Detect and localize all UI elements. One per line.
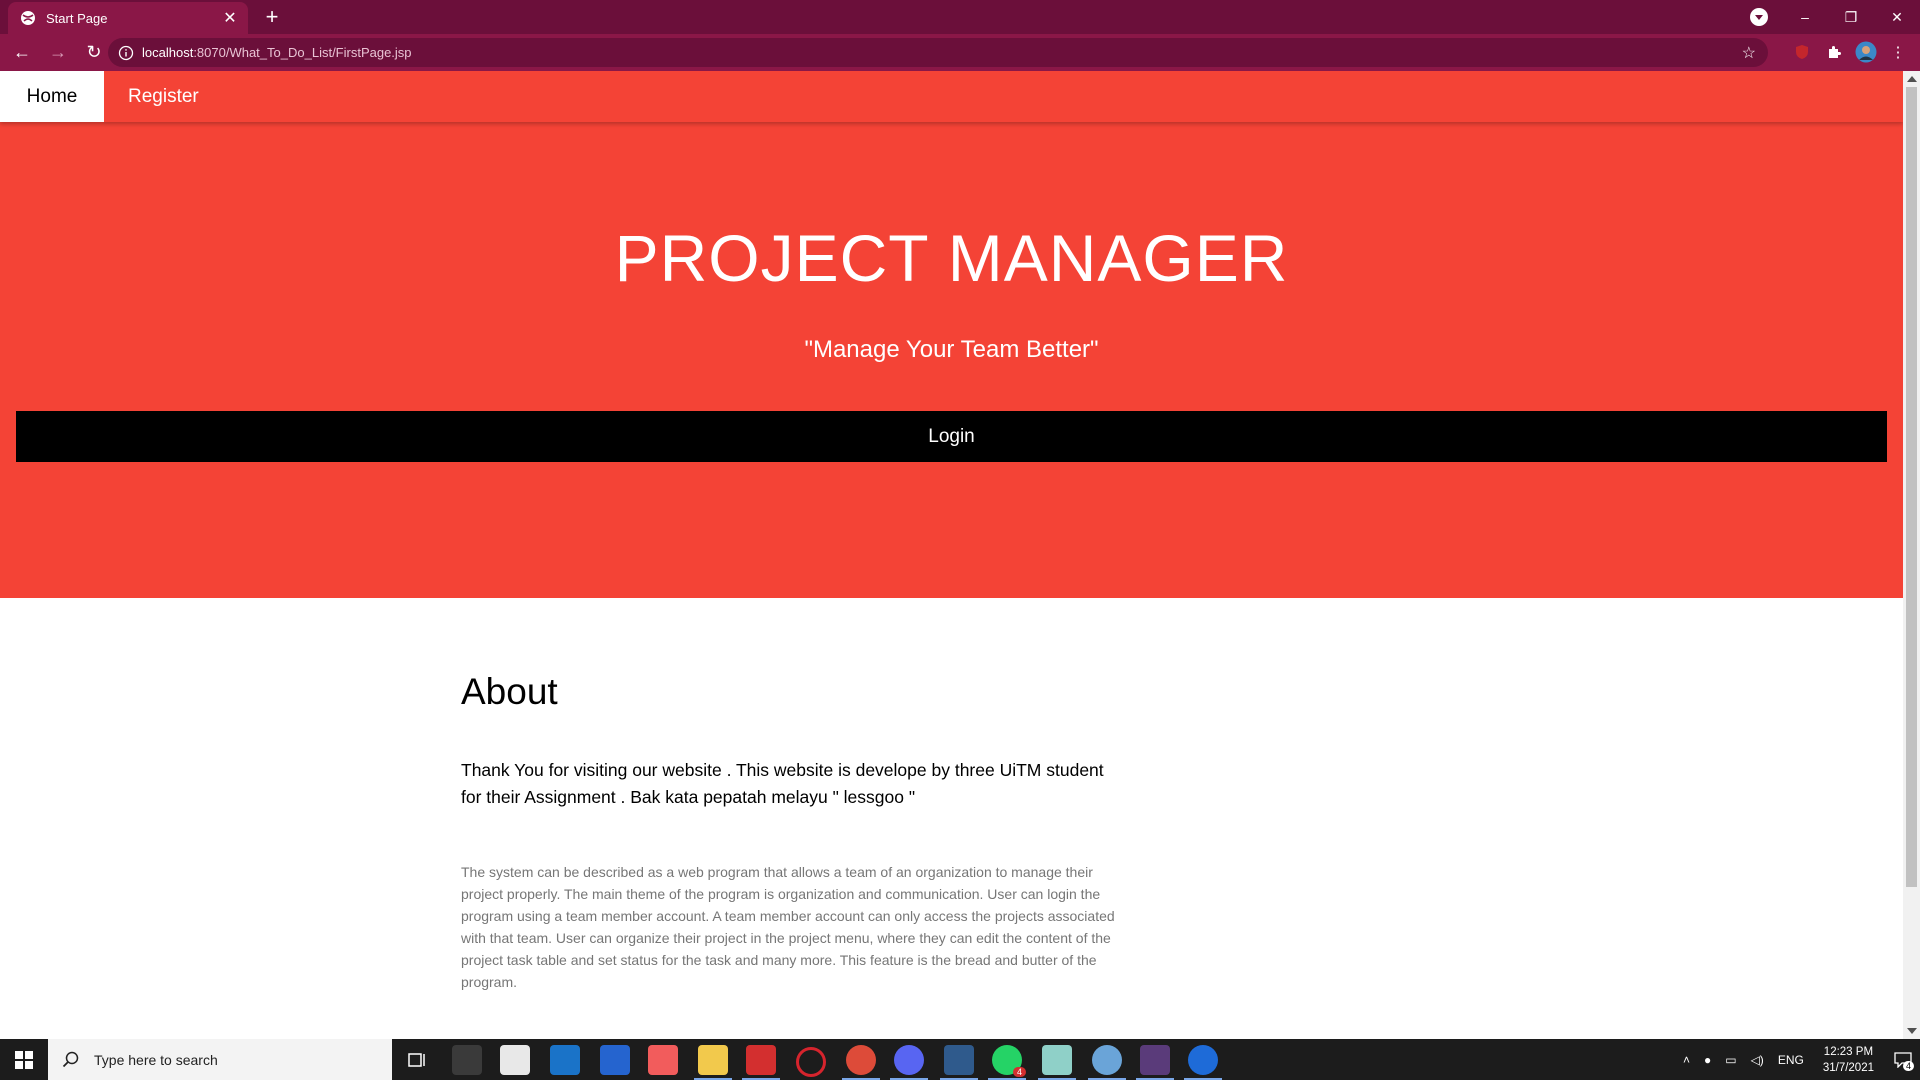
windows-logo-icon <box>15 1050 33 1069</box>
acrobat-icon[interactable] <box>742 1045 780 1080</box>
search-icon <box>62 1051 79 1067</box>
volume-icon[interactable]: ◁) <box>1751 1053 1764 1067</box>
start-button[interactable] <box>0 1039 48 1080</box>
address-bar[interactable]: localhost:8070/What_To_Do_List/FirstPage… <box>108 38 1768 67</box>
about-section: About Thank You for visiting our website… <box>461 671 1121 993</box>
notification-center-icon[interactable]: 4 <box>1886 1039 1920 1080</box>
game-app-icon[interactable] <box>1136 1045 1174 1080</box>
store-icon[interactable] <box>500 1045 530 1075</box>
tab-title: Start Page <box>46 10 108 26</box>
app-grid-icon[interactable] <box>648 1045 678 1075</box>
discord-icon[interactable] <box>890 1045 928 1080</box>
forward-button[interactable]: → <box>44 39 72 67</box>
hero-subtitle: "Manage Your Team Better" <box>804 336 1099 363</box>
nav-home-link[interactable]: Home <box>0 71 104 122</box>
game-controller-icon[interactable] <box>452 1045 482 1075</box>
nav-register-link[interactable]: Register <box>104 71 223 122</box>
bookmark-star-icon[interactable]: ☆ <box>1742 43 1756 63</box>
hero-title: PROJECT MANAGER <box>614 221 1289 295</box>
clock-date: 31/7/2021 <box>1822 1061 1874 1074</box>
page-scrollbar[interactable] <box>1903 71 1920 1039</box>
chrome-icon[interactable] <box>842 1045 880 1080</box>
mail-icon[interactable] <box>550 1045 580 1075</box>
paint-icon[interactable] <box>1088 1045 1126 1080</box>
scroll-down-arrow-icon[interactable] <box>1907 1028 1917 1034</box>
new-tab-button[interactable]: + <box>260 4 284 30</box>
close-window-button[interactable]: ✕ <box>1874 0 1920 34</box>
language-indicator[interactable]: ENG <box>1778 1053 1804 1067</box>
login-button[interactable]: Login <box>16 411 1887 462</box>
profile-avatar-icon[interactable] <box>1854 40 1878 64</box>
whatsapp-badge: 4 <box>1012 1067 1026 1077</box>
hero-section: PROJECT MANAGER "Manage Your Team Better… <box>0 122 1903 598</box>
system-tray: ˄ ● ▭ ◁) ENG 12:23 PM 31/7/2021 4 <box>1676 1039 1920 1080</box>
clock-time: 12:23 PM <box>1823 1045 1874 1058</box>
window-controls: – ❐ ✕ <box>1782 0 1920 34</box>
task-view-icon[interactable] <box>402 1045 432 1075</box>
browser-menu-icon[interactable]: ⋮ <box>1886 40 1910 64</box>
notification-count: 4 <box>1902 1061 1914 1071</box>
web-page: Home Register PROJECT MANAGER "Manage Yo… <box>0 71 1903 1039</box>
scrollbar-thumb[interactable] <box>1906 87 1917 887</box>
clock[interactable]: 12:23 PM 31/7/2021 <box>1823 1044 1874 1076</box>
close-tab-icon[interactable]: ✕ <box>222 8 238 28</box>
site-navbar: Home Register <box>0 71 1903 122</box>
notepad-icon[interactable] <box>1038 1045 1076 1080</box>
browser-tab[interactable]: Start Page ✕ <box>8 2 248 34</box>
url-text: localhost:8070/What_To_Do_List/FirstPage… <box>142 45 412 60</box>
windows-taskbar: Type here to search 4 ˄ ● ▭ ◁) ENG 12:23… <box>0 1039 1920 1080</box>
microphone-icon[interactable]: ● <box>1704 1053 1711 1067</box>
about-lead-text: Thank You for visiting our website . Thi… <box>461 760 1104 807</box>
extensions-puzzle-icon[interactable] <box>1822 40 1846 64</box>
about-heading: About <box>461 671 558 712</box>
taskbar-search-box[interactable]: Type here to search <box>48 1039 392 1080</box>
about-description: The system can be described as a web pro… <box>461 864 1115 990</box>
back-button[interactable]: ← <box>8 39 36 67</box>
info-icon[interactable] <box>118 45 134 61</box>
todo-check-icon[interactable] <box>600 1045 630 1075</box>
teamviewer-icon[interactable] <box>1184 1045 1222 1080</box>
url-path: :8070/What_To_Do_List/FirstPage.jsp <box>193 45 412 60</box>
minimize-button[interactable]: – <box>1782 0 1828 34</box>
ublock-extension-icon[interactable] <box>1790 40 1814 64</box>
restore-button[interactable]: ❐ <box>1828 0 1874 34</box>
code-editor-icon[interactable] <box>940 1045 978 1080</box>
reload-button[interactable]: ↻ <box>80 39 108 67</box>
browser-toolbar: ← → ↻ localhost:8070/What_To_Do_List/Fir… <box>0 34 1920 71</box>
chevron-up-icon[interactable]: ˄ <box>1683 1053 1690 1067</box>
scroll-up-arrow-icon[interactable] <box>1907 76 1917 82</box>
network-icon[interactable]: ▭ <box>1725 1053 1736 1067</box>
search-placeholder: Type here to search <box>94 1051 218 1068</box>
browser-tab-strip: Start Page ✕ + – ❐ ✕ <box>0 0 1920 34</box>
tab-search-icon[interactable] <box>1750 8 1768 26</box>
url-host: localhost <box>142 45 194 60</box>
globe-icon <box>21 11 35 25</box>
opera-icon[interactable] <box>796 1047 826 1077</box>
file-explorer-icon[interactable] <box>694 1045 732 1080</box>
whatsapp-icon[interactable]: 4 <box>988 1045 1026 1080</box>
